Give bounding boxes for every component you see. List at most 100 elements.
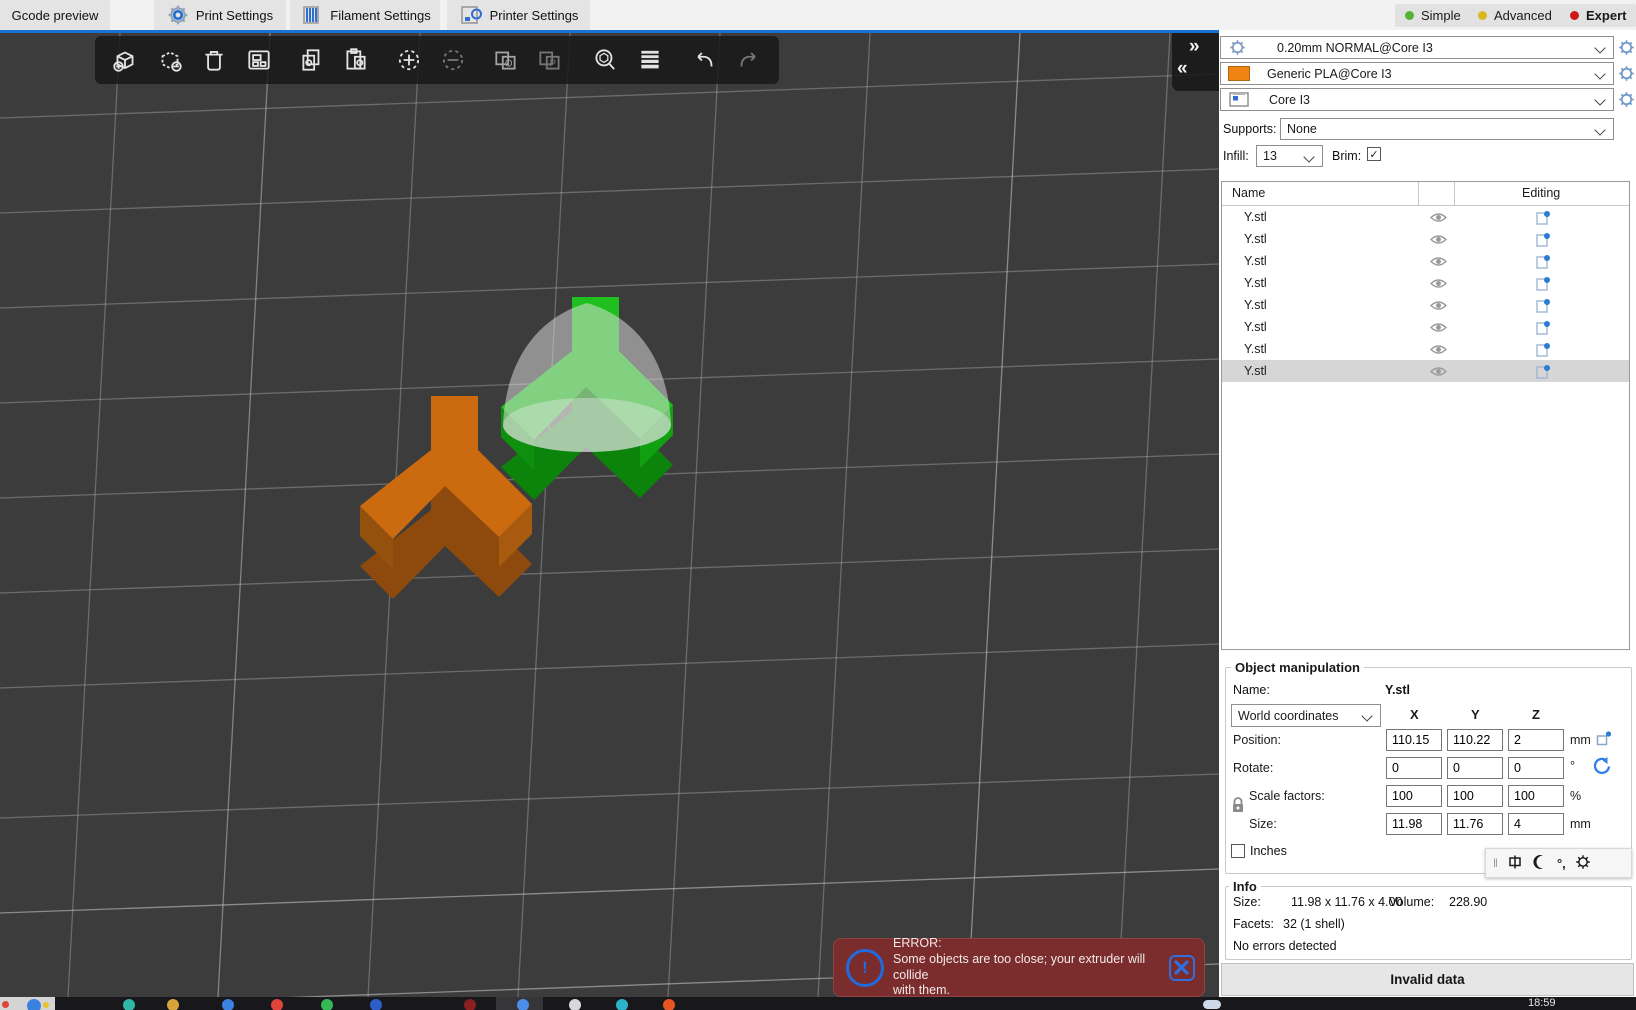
redo-icon[interactable] [727,38,772,82]
taskbar-app-10[interactable] [616,999,628,1010]
supports-label: Supports: [1223,122,1277,136]
printer-preset-select[interactable]: Core I3 [1220,88,1614,111]
object-green-y[interactable] [501,297,673,500]
info-volume-label: Volume: [1389,895,1434,909]
undo-icon[interactable] [682,38,727,82]
edit-object-icon[interactable] [1536,210,1551,228]
eye-icon[interactable] [1430,300,1447,314]
scale-z-field[interactable] [1508,785,1564,807]
ime-punctuation-icon[interactable]: °, [1557,856,1566,871]
invalid-data-button[interactable]: Invalid data [1221,963,1634,996]
add-object-icon[interactable] [103,38,148,82]
position-z-field[interactable] [1508,729,1564,751]
taskbar-app-7[interactable] [464,999,476,1010]
uniform-scale-lock-icon[interactable] [1231,796,1245,816]
size-y-field[interactable] [1447,813,1503,835]
print-preset-select[interactable]: 0.20mm NORMAL@Core I3 [1220,36,1614,59]
print-settings-gear-icon [167,4,189,26]
object-manipulation-legend: Object manipulation [1231,660,1364,675]
search-icon[interactable] [583,38,628,82]
tab-print-settings[interactable]: Print Settings [154,0,286,30]
reset-rotation-icon[interactable] [1592,756,1612,779]
info-size-value: 11.98 x 11.76 x 4.00 [1291,895,1402,909]
remove-object-icon[interactable] [148,38,193,82]
taskbar-widget-slot[interactable] [0,997,55,1010]
split-objects-icon[interactable]: O [484,38,529,82]
taskbar-app-2[interactable] [167,999,179,1010]
eye-icon[interactable] [1430,278,1447,292]
coordinate-mode-select[interactable]: World coordinates [1231,704,1381,727]
scale-y-field[interactable] [1447,785,1503,807]
object-row[interactable]: Y.stl [1222,206,1629,228]
print-settings-gear-button[interactable] [1618,39,1635,56]
toast-close-icon[interactable] [1169,955,1195,981]
add-instance-icon[interactable] [386,38,431,82]
taskbar-app-1[interactable] [123,999,135,1010]
taskbar-app-5[interactable] [321,999,333,1010]
sidebar-collapse-button[interactable]: » « [1172,33,1219,91]
taskbar-app-11[interactable] [663,999,675,1010]
rotate-x-field[interactable] [1386,757,1442,779]
remove-instance-icon[interactable] [431,38,476,82]
size-z-field[interactable] [1508,813,1564,835]
supports-select[interactable]: None [1280,118,1614,140]
eye-icon[interactable] [1430,212,1447,226]
tab-filament-settings[interactable]: Filament Settings [290,0,440,30]
split-parts-icon[interactable]: P [528,38,573,82]
position-label: Position: [1233,733,1281,747]
rotate-z-field[interactable] [1508,757,1564,779]
object-row[interactable]: Y.stl [1222,272,1629,294]
tab-printer-settings[interactable]: Printer Settings [447,0,590,30]
taskbar-app-6[interactable] [370,999,382,1010]
edit-object-icon[interactable] [1536,298,1551,316]
position-x-field[interactable] [1386,729,1442,751]
eye-icon[interactable] [1430,256,1447,270]
taskbar-app-9[interactable] [569,999,581,1010]
object-row[interactable]: Y.stl [1222,250,1629,272]
infill-select[interactable]: 13 [1256,145,1323,167]
edit-object-icon[interactable] [1536,320,1551,338]
layers-icon[interactable] [627,38,672,82]
filament-settings-gear-button[interactable] [1618,65,1635,82]
object-row[interactable]: Y.stl [1222,338,1629,360]
rotate-y-field[interactable] [1447,757,1503,779]
inches-checkbox[interactable] [1231,844,1245,858]
filament-preset-select[interactable]: Generic PLA@Core I3 [1220,62,1614,85]
edit-object-icon[interactable] [1536,342,1551,360]
object-row[interactable]: Y.stl [1222,316,1629,338]
arrange-icon[interactable] [237,38,282,82]
paste-icon[interactable] [334,38,379,82]
taskbar-app-4[interactable] [271,999,283,1010]
windows-taskbar[interactable]: 18:59 [0,997,1636,1010]
eye-icon[interactable] [1430,344,1447,358]
drop-to-bed-icon[interactable] [1596,730,1613,750]
ime-fullwidth-moon-icon[interactable] [1532,854,1548,873]
taskbar-app-8[interactable] [517,999,529,1010]
mode-simple-button[interactable]: Simple [1395,4,1471,27]
object-row[interactable]: Y.stl [1222,294,1629,316]
ime-settings-gear-icon[interactable] [1575,854,1591,873]
printer-settings-gear-button[interactable] [1618,91,1635,108]
tab-gcode-preview[interactable]: Gcode preview [0,0,110,30]
edit-object-icon[interactable] [1536,232,1551,250]
taskbar-app-3[interactable] [222,999,234,1010]
eye-icon[interactable] [1430,366,1447,380]
scale-x-field[interactable] [1386,785,1442,807]
object-row[interactable]: Y.stl [1222,228,1629,250]
edit-object-icon[interactable] [1536,364,1551,382]
brim-checkbox[interactable]: ✓ [1367,147,1381,161]
edit-object-icon[interactable] [1536,276,1551,294]
copy-icon[interactable] [289,38,334,82]
edit-object-icon[interactable] [1536,254,1551,272]
eye-icon[interactable] [1430,322,1447,336]
position-y-field[interactable] [1447,729,1503,751]
size-x-field[interactable] [1386,813,1442,835]
ime-drag-handle[interactable]: ‖ [1493,856,1498,870]
delete-all-icon[interactable] [192,38,237,82]
object-row-selected[interactable]: Y.stl [1222,360,1629,382]
mode-expert-button[interactable]: Expert [1560,4,1636,27]
eye-icon[interactable] [1430,234,1447,248]
3d-viewport[interactable]: O P » « ! ERROR: Some objects are too cl… [0,33,1219,997]
mode-advanced-button[interactable]: Advanced [1468,4,1562,27]
ime-chinese-mode-icon[interactable] [1507,854,1523,873]
